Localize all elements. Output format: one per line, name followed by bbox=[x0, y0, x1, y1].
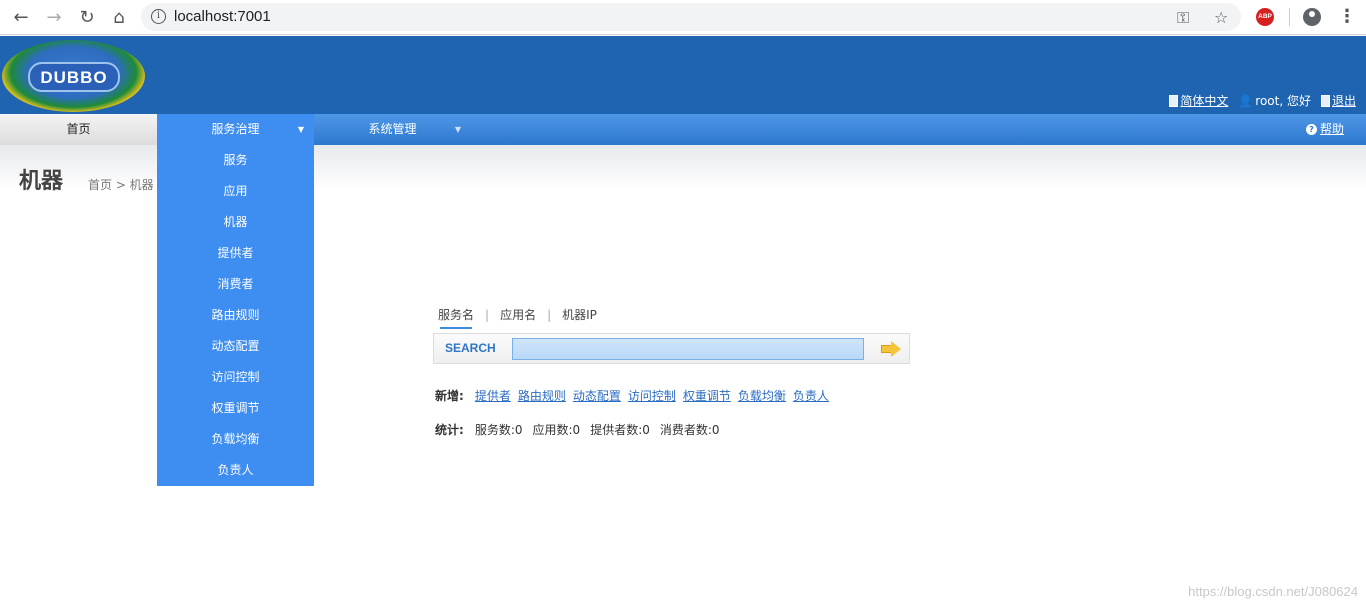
dropdown-item-application[interactable]: 应用 bbox=[157, 176, 314, 207]
dropdown-item-provider[interactable]: 提供者 bbox=[157, 238, 314, 269]
menu-system-management[interactable]: 系统管理 ▼ bbox=[314, 114, 471, 145]
logout-link[interactable]: 退出 bbox=[1320, 92, 1356, 109]
menu-system-management-label: 系统管理 bbox=[368, 122, 417, 136]
language-link[interactable]: 简体中文 bbox=[1169, 92, 1228, 109]
stat-consumers: 消费者数:0 bbox=[659, 423, 720, 437]
dropdown-item-dynamic-config[interactable]: 动态配置 bbox=[157, 331, 314, 362]
reload-icon[interactable]: ↻ bbox=[76, 6, 98, 28]
page-title: 机器 bbox=[19, 169, 64, 194]
key-icon[interactable]: ⚿ bbox=[1177, 8, 1189, 28]
add-provider-link[interactable]: 提供者 bbox=[475, 387, 511, 404]
browser-toolbar: ← → ↻ ⌂ i localhost:7001 ⚿ ☆ ABP ⋮ bbox=[0, 0, 1366, 35]
dropdown-arrow-icon: ▼ bbox=[297, 125, 304, 134]
dropdown-item-access-control[interactable]: 访问控制 bbox=[157, 362, 314, 393]
add-access-control-link[interactable]: 访问控制 bbox=[628, 387, 676, 404]
search-go-arrow-icon[interactable] bbox=[880, 340, 902, 358]
tab-separator: | bbox=[547, 307, 552, 322]
forward-icon[interactable]: → bbox=[43, 6, 65, 28]
language-label[interactable]: 简体中文 bbox=[1180, 92, 1228, 109]
stat-services: 服务数:0 bbox=[474, 423, 523, 437]
service-governance-dropdown: 服务 应用 机器 提供者 消费者 路由规则 动态配置 访问控制 权重调节 负载均… bbox=[157, 145, 314, 486]
menu-dots-icon[interactable]: ⋮ bbox=[1338, 6, 1356, 27]
home-icon[interactable]: ⌂ bbox=[108, 6, 130, 28]
star-icon[interactable]: ☆ bbox=[1214, 8, 1228, 27]
add-dynamic-config-link[interactable]: 动态配置 bbox=[573, 387, 621, 404]
tab-service-name[interactable]: 服务名 bbox=[438, 306, 474, 329]
add-load-balance-link[interactable]: 负载均衡 bbox=[738, 387, 786, 404]
url-text[interactable]: localhost:7001 bbox=[174, 8, 271, 25]
help-icon: ? bbox=[1305, 124, 1317, 135]
add-route-rule-link[interactable]: 路由规则 bbox=[518, 387, 566, 404]
tab-separator: | bbox=[485, 307, 490, 322]
document-icon bbox=[1169, 94, 1179, 107]
stat-apps: 应用数:0 bbox=[532, 423, 581, 437]
tab-machine-ip[interactable]: 机器IP bbox=[562, 306, 597, 323]
site-header: DUBBO 简体中文 👤 root, 您好 退出 bbox=[0, 36, 1366, 114]
user-label: root, 您好 bbox=[1255, 94, 1311, 108]
header-links: 简体中文 👤 root, 您好 退出 bbox=[1169, 92, 1356, 109]
add-label: 新增: bbox=[435, 389, 464, 403]
user-greeting: 👤 root, 您好 bbox=[1238, 92, 1311, 109]
dropdown-item-machine[interactable]: 机器 bbox=[157, 207, 314, 238]
search-tabs: 服务名 | 应用名 | 机器IP bbox=[438, 306, 597, 329]
site-info-icon[interactable]: i bbox=[151, 9, 166, 24]
logo-plate: DUBBO bbox=[28, 62, 120, 92]
main-menu: 首页 服务治理 ▼ 系统管理 ▼ ? 帮助 bbox=[0, 114, 1366, 145]
toolbar-divider bbox=[1289, 8, 1290, 26]
address-bar[interactable]: i localhost:7001 ⚿ ☆ bbox=[141, 3, 1241, 31]
dropdown-item-route-rule[interactable]: 路由规则 bbox=[157, 300, 314, 331]
dropdown-item-owner[interactable]: 负责人 bbox=[157, 455, 314, 486]
logo-text: DUBBO bbox=[40, 68, 108, 87]
dropdown-item-consumer[interactable]: 消费者 bbox=[157, 269, 314, 300]
stat-providers: 提供者数:0 bbox=[590, 423, 650, 437]
adblock-icon[interactable]: ABP bbox=[1256, 8, 1274, 26]
dropdown-item-load-balance[interactable]: 负载均衡 bbox=[157, 424, 314, 455]
help-label: 帮助 bbox=[1319, 122, 1344, 136]
stats-label: 统计: bbox=[435, 423, 464, 437]
menu-help[interactable]: ? 帮助 bbox=[1305, 114, 1344, 145]
menu-home[interactable]: 首页 bbox=[0, 114, 157, 145]
user-icon: 👤 bbox=[1238, 93, 1254, 108]
add-weight-link[interactable]: 权重调节 bbox=[683, 387, 731, 404]
watermark: https://blog.csdn.net/J080624 bbox=[1188, 584, 1358, 599]
add-row: 新增: 提供者 路由规则 动态配置 访问控制 权重调节 负载均衡 负责人 bbox=[435, 387, 829, 404]
dropdown-arrow-icon: ▼ bbox=[454, 125, 461, 134]
dubbo-logo[interactable]: DUBBO bbox=[2, 40, 145, 112]
logout-label[interactable]: 退出 bbox=[1332, 92, 1356, 109]
menu-service-governance-label: 服务治理 bbox=[211, 122, 260, 136]
breadcrumb: 首页 > 机器 bbox=[88, 178, 154, 192]
tab-app-name[interactable]: 应用名 bbox=[500, 306, 536, 323]
stats-row: 统计: 服务数:0 应用数:0 提供者数:0 消费者数:0 bbox=[435, 421, 723, 438]
menu-service-governance[interactable]: 服务治理 ▼ bbox=[157, 114, 314, 145]
search-input[interactable] bbox=[512, 338, 864, 360]
search-label: SEARCH bbox=[445, 341, 496, 355]
search-box: SEARCH bbox=[433, 333, 910, 364]
door-icon bbox=[1320, 94, 1330, 107]
dropdown-item-service[interactable]: 服务 bbox=[157, 145, 314, 176]
account-icon[interactable] bbox=[1303, 8, 1321, 26]
add-owner-link[interactable]: 负责人 bbox=[793, 387, 829, 404]
dropdown-item-weight[interactable]: 权重调节 bbox=[157, 393, 314, 424]
back-icon[interactable]: ← bbox=[10, 6, 32, 28]
